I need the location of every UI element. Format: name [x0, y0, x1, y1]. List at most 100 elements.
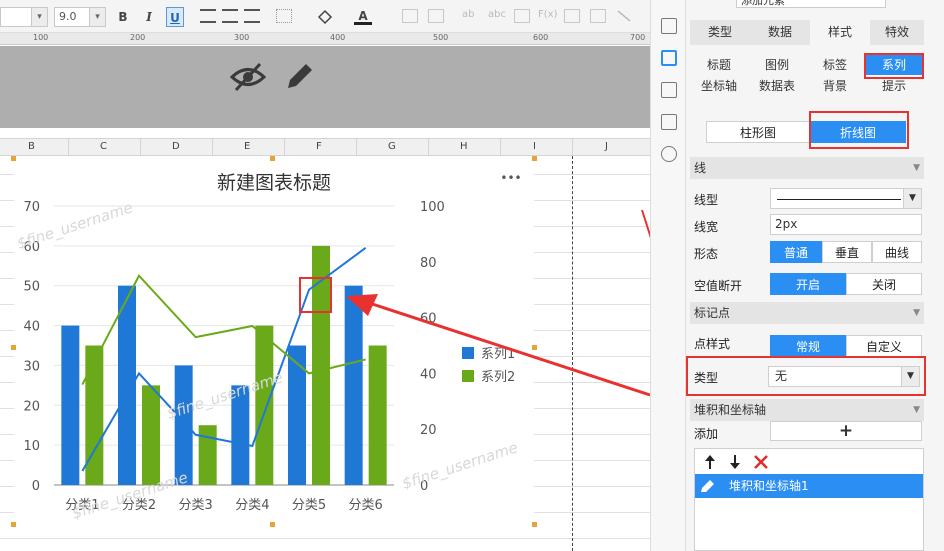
- bold-button[interactable]: B: [114, 7, 132, 27]
- chart-title[interactable]: 新建图表标题: [217, 172, 331, 194]
- shape-curve[interactable]: 曲线: [872, 241, 922, 263]
- marker-style-normal[interactable]: 常规: [770, 335, 846, 357]
- underline-button[interactable]: U: [166, 7, 184, 27]
- y-left-tick: 0: [32, 479, 40, 494]
- text-icon[interactable]: ab: [462, 9, 478, 23]
- tab-effects[interactable]: 特效: [870, 20, 924, 45]
- legend-label[interactable]: 系列1: [481, 347, 515, 362]
- stack-item-label: 堆积和坐标轴1: [729, 479, 809, 493]
- bar-系列2[interactable]: [368, 345, 387, 486]
- line-type-select[interactable]: ▼: [770, 188, 922, 209]
- x-tick-label: 分类4: [235, 498, 269, 513]
- edit-pencil-icon[interactable]: [282, 60, 316, 94]
- slash-icon[interactable]: [616, 9, 632, 23]
- bar-系列1[interactable]: [344, 285, 363, 485]
- bar-系列1[interactable]: [288, 345, 306, 486]
- font-size-select[interactable]: 9.0 ▾: [54, 7, 106, 27]
- subtab-title[interactable]: 标题: [690, 55, 748, 75]
- hide-eye-icon[interactable]: [228, 62, 268, 92]
- subtab-background[interactable]: 背景: [806, 76, 864, 96]
- hidden-area: [0, 46, 650, 128]
- insert-row-icon[interactable]: [402, 9, 418, 23]
- ruler-tick: 100: [33, 33, 49, 42]
- chart-container[interactable]: 新建图表标题 ••• 0 10 20 30 40 50 60 70 0 20 40 60 80 100 分类…: [11, 156, 537, 534]
- null-break-off[interactable]: 关闭: [846, 273, 922, 295]
- chart-icon[interactable]: [564, 9, 580, 23]
- column-j[interactable]: J: [605, 141, 608, 152]
- bar-系列1[interactable]: [61, 325, 80, 485]
- y-right-tick: 40: [420, 367, 437, 382]
- tab-data[interactable]: 数据: [750, 20, 810, 45]
- widget-icon[interactable]: [661, 82, 677, 98]
- null-break-on[interactable]: 开启: [770, 273, 846, 295]
- font-family-select[interactable]: ▾: [0, 7, 48, 27]
- ruler-tick: 600: [533, 33, 549, 42]
- legend-label[interactable]: 系列2: [481, 370, 515, 385]
- bar-系列2[interactable]: [198, 425, 217, 485]
- column-e[interactable]: E: [244, 141, 250, 152]
- border-icon[interactable]: [276, 9, 292, 23]
- align-right-icon[interactable]: [244, 9, 260, 23]
- combo-chart[interactable]: 新建图表标题 ••• 010203040506070020406080100分类…: [14, 159, 534, 534]
- rich-text-icon[interactable]: [514, 9, 530, 23]
- cell-element-icon[interactable]: [661, 18, 677, 34]
- font-color-button[interactable]: A: [354, 7, 372, 25]
- list-icon[interactable]: [661, 114, 677, 130]
- align-left-icon[interactable]: [200, 9, 216, 23]
- column-b[interactable]: B: [28, 141, 35, 152]
- subtab-legend[interactable]: 图例: [748, 55, 806, 75]
- bar-系列1[interactable]: [174, 365, 193, 485]
- column-f[interactable]: F: [316, 141, 322, 152]
- shape-vertical[interactable]: 垂直: [822, 241, 872, 263]
- add-element-header[interactable]: 添加元素: [736, 0, 886, 8]
- abc-icon[interactable]: abc: [488, 9, 506, 23]
- shape-label: 形态: [694, 247, 719, 261]
- bar-系列2[interactable]: [142, 385, 160, 485]
- watermark-text: $fine_username: [400, 438, 521, 493]
- column-h[interactable]: H: [460, 141, 468, 152]
- stack-list-item[interactable]: 堆积和坐标轴1: [695, 474, 923, 498]
- add-button[interactable]: +: [770, 421, 922, 441]
- column-g[interactable]: G: [388, 141, 396, 152]
- shape-normal[interactable]: 普通: [770, 241, 822, 263]
- ruler-tick: 500: [433, 33, 449, 42]
- tab-style[interactable]: 样式: [810, 20, 870, 45]
- add-label: 添加: [694, 427, 719, 441]
- marker-style-custom[interactable]: 自定义: [846, 335, 922, 357]
- y-left-tick: 50: [23, 280, 40, 295]
- edit-icon[interactable]: [699, 478, 717, 494]
- italic-button[interactable]: I: [140, 7, 158, 27]
- ruler-tick: 300: [234, 33, 250, 42]
- table-icon[interactable]: [428, 9, 444, 23]
- legend-swatch[interactable]: [462, 347, 474, 359]
- image-icon[interactable]: [590, 9, 606, 23]
- column-i[interactable]: I: [533, 141, 536, 152]
- column-d[interactable]: D: [172, 141, 180, 152]
- section-marker[interactable]: 标记点 ▼: [690, 302, 924, 324]
- subtab-datasheet[interactable]: 数据表: [748, 76, 806, 96]
- fill-color-icon[interactable]: [316, 9, 333, 25]
- subtab-tooltip[interactable]: 提示: [866, 76, 922, 96]
- align-center-icon[interactable]: [222, 9, 238, 23]
- bar-系列2[interactable]: [85, 345, 104, 486]
- line-width-label: 线宽: [694, 220, 719, 234]
- bar-系列2[interactable]: [255, 325, 274, 485]
- subtab-label[interactable]: 标签: [806, 55, 864, 75]
- chart-type-bar[interactable]: 柱形图: [706, 121, 810, 143]
- chevron-down-icon[interactable]: ▼: [903, 189, 921, 208]
- y-left-tick: 30: [23, 359, 40, 374]
- legend-swatch[interactable]: [462, 370, 474, 382]
- highlight-box-marker-type: [686, 356, 926, 396]
- column-c[interactable]: C: [100, 141, 107, 152]
- chart-property-icon[interactable]: [661, 50, 677, 66]
- section-line[interactable]: 线 ▼: [690, 157, 924, 179]
- link-icon[interactable]: [661, 146, 677, 162]
- formula-icon[interactable]: F(x): [538, 9, 557, 23]
- subtab-axis[interactable]: 坐标轴: [690, 76, 748, 96]
- bar-系列1[interactable]: [118, 285, 136, 485]
- chart-more-icon[interactable]: •••: [500, 171, 521, 185]
- section-stack-axis[interactable]: 堆积和坐标轴 ▼: [690, 399, 924, 421]
- line-width-field[interactable]: 2px: [770, 214, 922, 235]
- tab-type[interactable]: 类型: [690, 20, 750, 45]
- move-down-icon: [730, 455, 740, 469]
